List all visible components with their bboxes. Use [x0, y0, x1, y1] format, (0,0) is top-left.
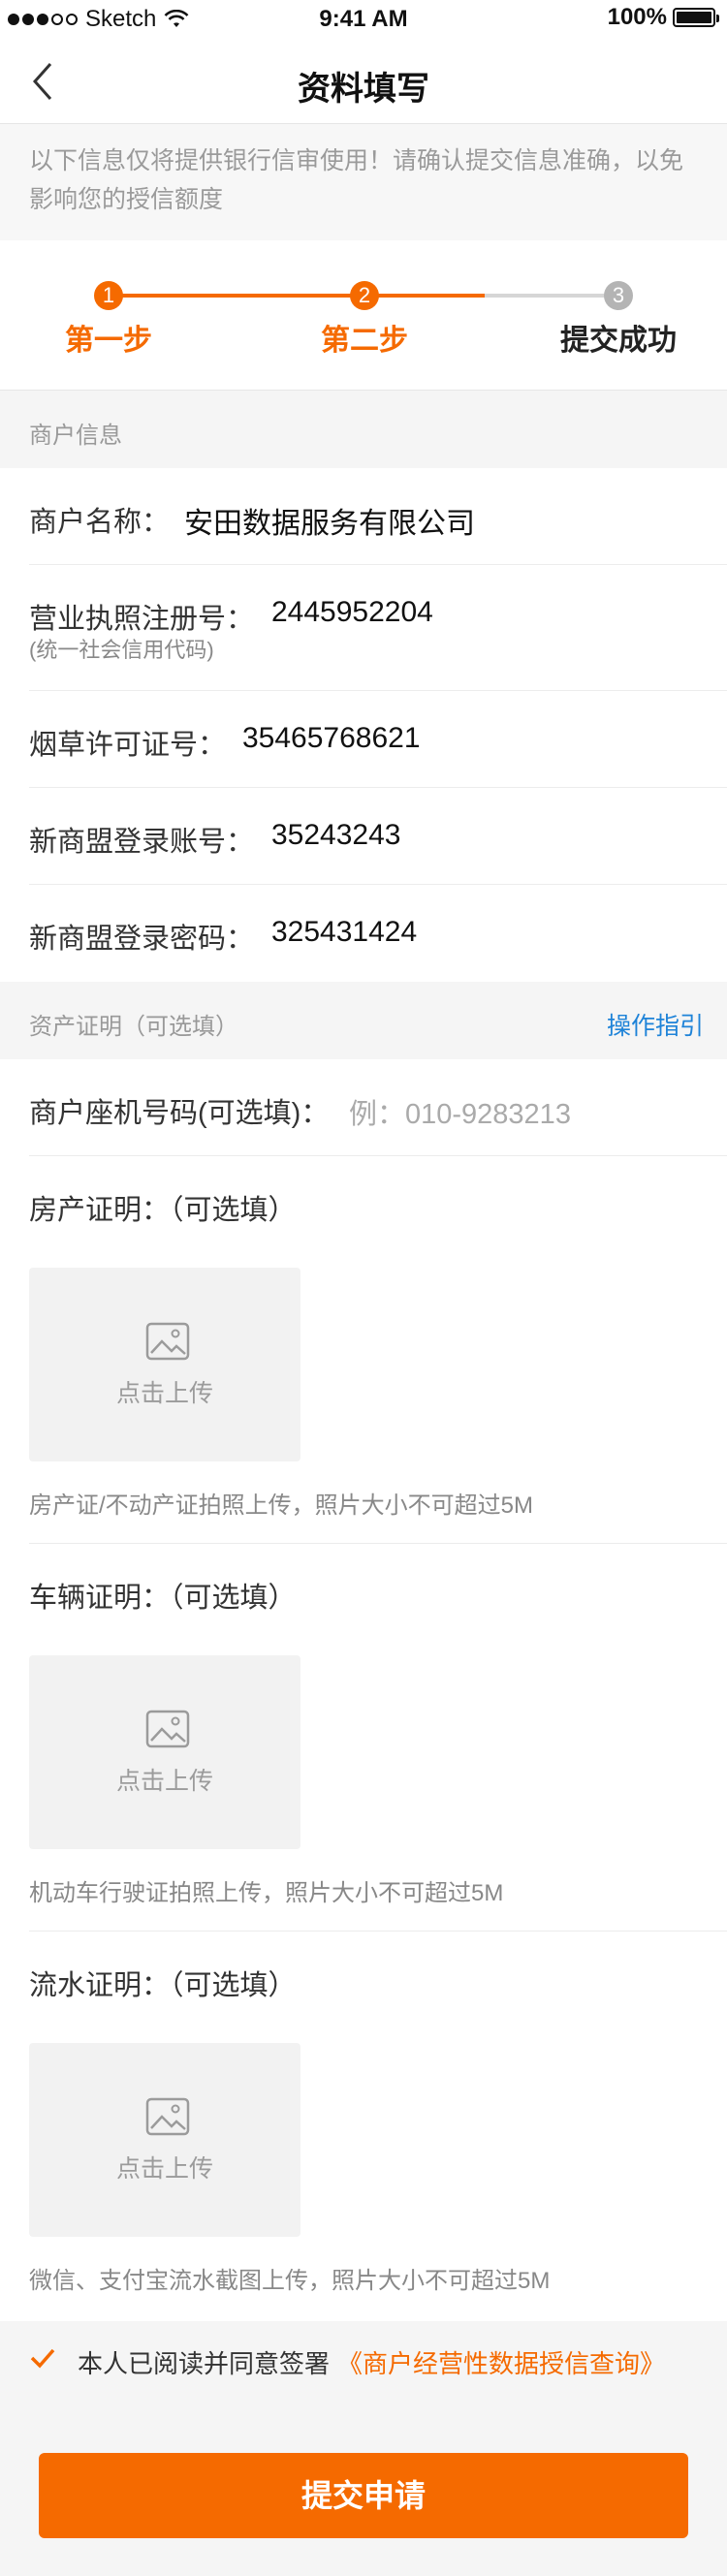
vehicle-proof-label: 车辆证明：（可选填）	[29, 1583, 297, 1614]
image-icon	[145, 1710, 190, 1748]
agreement-text: 本人已阅读并同意签署	[78, 2349, 331, 2378]
agreement-row: 本人已阅读并同意签署 《商户经营性数据授信查询》	[0, 2321, 727, 2399]
step-line-pending	[485, 294, 618, 298]
vehicle-proof-section: 车辆证明：（可选填） 点击上传 机动车行驶证拍照上传，照片大小不可超过5M	[0, 1544, 727, 1932]
merchant-name-row[interactable]: 商户名称： 安田数据服务有限公司	[0, 468, 727, 565]
login-account-label: 新商盟登录账号：	[29, 827, 255, 858]
license-number-label: 营业执照注册号：	[29, 604, 255, 635]
statement-upload-text: 点击上传	[115, 2155, 213, 2183]
tobacco-license-row[interactable]: 烟草许可证号： 35465768621	[0, 691, 727, 788]
house-upload-text: 点击上传	[115, 1380, 213, 1407]
step-1-label: 第一步	[65, 325, 152, 357]
image-icon	[145, 1322, 190, 1361]
phone-row[interactable]: 商户座机号码(可选填)： 例：010-9283213	[0, 1059, 727, 1156]
license-number-sublabel: (统一社会信用代码)	[29, 638, 214, 662]
submit-button[interactable]: 提交申请	[39, 2453, 688, 2538]
login-password-label: 新商盟登录密码：	[29, 924, 255, 955]
tobacco-license-label: 烟草许可证号：	[29, 730, 227, 761]
asset-section-title: 资产证明（可选填）	[29, 1014, 238, 1040]
guide-link[interactable]: 操作指引	[607, 1007, 704, 1042]
vehicle-upload-text: 点击上传	[115, 1768, 213, 1795]
step-3-label: 提交成功	[560, 325, 677, 357]
step-line-done	[107, 294, 364, 298]
house-proof-label: 房产证明：（可选填）	[29, 1195, 297, 1226]
step-2-number: 2	[350, 281, 379, 310]
merchant-section-title: 商户信息	[29, 423, 122, 449]
status-bar: Sketch 9:41 AM 100%	[0, 0, 727, 39]
license-number-value: 2445952204	[271, 596, 433, 628]
nav-bar: 资料填写	[0, 39, 727, 124]
house-proof-hint: 房产证/不动产证拍照上传，照片大小不可超过5M	[29, 1492, 534, 1519]
asset-section-header: 资产证明（可选填） 操作指引	[0, 982, 727, 1059]
house-proof-section: 房产证明：（可选填） 点击上传 房产证/不动产证拍照上传，照片大小不可超过5M	[0, 1156, 727, 1544]
agreement-link[interactable]: 《商户经营性数据授信查询》	[337, 2344, 665, 2380]
step-line-partial	[364, 294, 485, 298]
merchant-section-header: 商户信息	[0, 391, 727, 468]
statement-proof-section: 流水证明：（可选填） 点击上传 微信、支付宝流水截图上传，照片大小不可超过5M	[0, 1932, 727, 2321]
step-2-label: 第二步	[321, 325, 408, 357]
vehicle-proof-upload[interactable]: 点击上传	[29, 1655, 300, 1849]
battery-icon	[673, 8, 719, 27]
tobacco-license-value: 35465768621	[242, 722, 421, 754]
image-icon	[145, 2097, 190, 2136]
step-progress: 1 2 3 第一步 第二步 提交成功	[0, 240, 727, 391]
battery-status: 100%	[607, 4, 719, 31]
phone-label: 商户座机号码(可选填)：	[29, 1098, 330, 1129]
login-password-row[interactable]: 新商盟登录密码： 325431424	[0, 885, 727, 982]
license-number-row[interactable]: 营业执照注册号： 2445952204 (统一社会信用代码)	[0, 565, 727, 691]
phone-input[interactable]: 例：010-9283213	[349, 1091, 571, 1132]
statement-proof-label: 流水证明：（可选填）	[29, 1970, 297, 2001]
step-1-number: 1	[94, 281, 123, 310]
notice-text: 以下信息仅将提供银行信审使用！请确认提交信息准确，以免影响您的授信额度	[0, 124, 727, 240]
statement-proof-hint: 微信、支付宝流水截图上传，照片大小不可超过5M	[29, 2268, 551, 2294]
house-proof-upload[interactable]: 点击上传	[29, 1268, 300, 1461]
login-password-value: 325431424	[271, 916, 418, 948]
check-icon	[30, 2348, 55, 2369]
statement-proof-upload[interactable]: 点击上传	[29, 2043, 300, 2237]
merchant-name-value: 安田数据服务有限公司	[184, 508, 475, 540]
merchant-name-label: 商户名称：	[29, 507, 171, 538]
login-account-value: 35243243	[271, 819, 401, 851]
battery-percent: 100%	[607, 4, 667, 30]
login-account-row[interactable]: 新商盟登录账号： 35243243	[0, 788, 727, 885]
page-title: 资料填写	[298, 71, 429, 108]
vehicle-proof-hint: 机动车行驶证拍照上传，照片大小不可超过5M	[29, 1880, 504, 1906]
step-3-number: 3	[604, 281, 633, 310]
agreement-checkbox[interactable]	[27, 2342, 58, 2373]
